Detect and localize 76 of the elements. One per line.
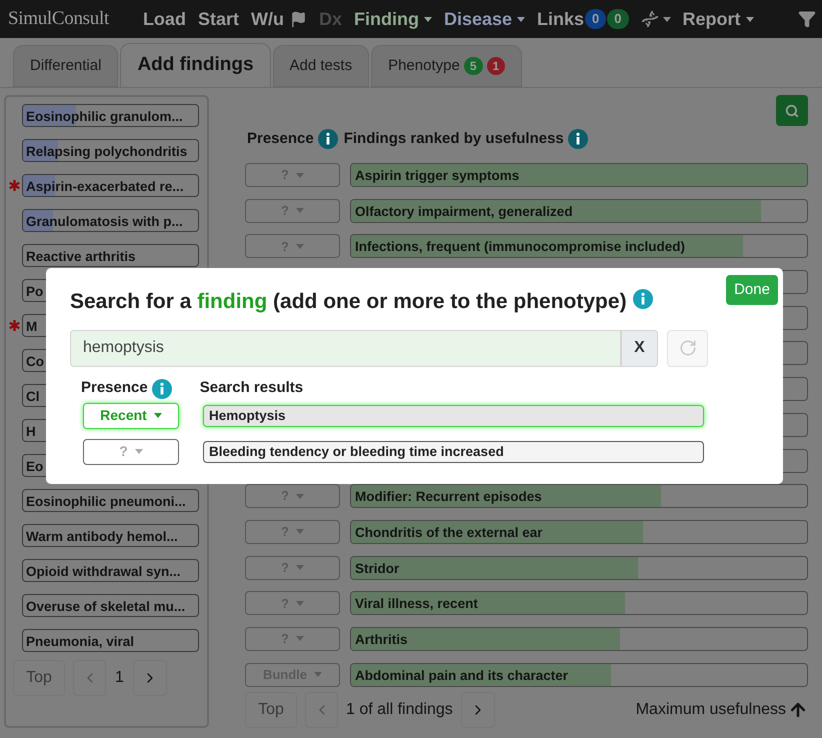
search-result[interactable]: Hemoptysis <box>203 404 704 426</box>
disease-item[interactable]: Eosinophilic pneumoni... <box>22 489 199 512</box>
caret-icon <box>296 529 304 534</box>
disease-item[interactable]: Pneumonia, viral <box>22 629 199 652</box>
nav-menu[interactable]: Finding <box>354 6 432 32</box>
caret-icon <box>296 244 304 249</box>
caret-icon <box>424 16 432 22</box>
search-result[interactable]: Bleeding tendency or bleeding time increased <box>203 440 704 462</box>
dialog-title: Search for a finding (add one or more to the phenotype) <box>70 289 627 315</box>
finding-bar[interactable]: Aspirin trigger symptoms <box>350 163 808 187</box>
caret-icon <box>296 636 304 642</box>
disease-item[interactable]: Aspirin-exacerbated re... <box>22 174 199 197</box>
caret-icon <box>296 565 304 570</box>
search-field[interactable]: hemoptysis <box>70 330 621 366</box>
refresh-button[interactable] <box>667 330 708 366</box>
tab[interactable]: Add findings <box>120 43 271 87</box>
finding-bar[interactable]: Infections, frequent (immunocompromise included) <box>350 234 808 258</box>
caret-icon <box>314 672 322 678</box>
tab[interactable]: Phenotype 5 1 <box>371 45 522 87</box>
info-icon[interactable] <box>568 129 588 149</box>
tab[interactable]: Differential <box>13 45 118 87</box>
dna-icon[interactable] <box>640 10 658 28</box>
search-button[interactable] <box>776 95 808 126</box>
caret-icon <box>296 208 304 214</box>
caret-icon <box>517 16 526 22</box>
finding-bar[interactable]: Viral illness, recent <box>350 591 808 616</box>
nav-link[interactable]: Load <box>142 6 186 32</box>
finding-bar[interactable]: Abdominal pain and its character <box>350 662 808 687</box>
clear-button[interactable]: X <box>621 330 658 366</box>
disease-item[interactable]: Granulomatosis with p... <box>22 209 199 232</box>
search-icon <box>785 104 799 118</box>
caret-icon <box>154 413 162 418</box>
column-header: Search results <box>200 378 304 398</box>
nav-link[interactable]: Links <box>537 6 584 32</box>
nav-menu[interactable]: Report <box>682 6 754 32</box>
nav-link[interactable]: W/u <box>250 6 284 32</box>
caret-icon <box>746 16 754 22</box>
info-icon[interactable] <box>318 129 338 149</box>
caret-icon <box>296 600 304 606</box>
flag-icon[interactable] <box>290 10 307 28</box>
presence-dropdown[interactable]: Recent <box>83 402 179 428</box>
filter-icon[interactable] <box>798 10 816 28</box>
disease-item[interactable]: Reactive arthritis <box>22 244 199 267</box>
top-button[interactable]: Top <box>13 660 65 696</box>
count-badge: 1 <box>486 57 506 75</box>
count-badge: 0 <box>585 9 606 29</box>
count-badge: 5 <box>464 57 482 75</box>
finding-bar[interactable]: Olfactory impairment, generalized <box>350 198 808 223</box>
page-number: 1 <box>114 668 125 688</box>
finding-bar[interactable]: Stridor <box>350 556 808 580</box>
disease-item[interactable]: Warm antibody hemol... <box>22 524 199 547</box>
nav-link[interactable]: Start <box>198 6 239 32</box>
column-header: Presence <box>247 128 314 149</box>
page-status: 1 of all findings <box>346 700 453 720</box>
column-header: Presence <box>81 378 148 398</box>
finding-bar[interactable]: Chondritis of the external ear <box>350 520 808 544</box>
finding-bar[interactable]: Arthritis <box>350 626 808 651</box>
column-header: Findings ranked by usefulness <box>344 128 564 149</box>
disease-item[interactable]: Opioid withdrawal syn... <box>22 559 199 582</box>
tab[interactable]: Add tests <box>272 45 370 87</box>
caret-icon <box>296 172 304 178</box>
top-button[interactable]: Top <box>245 692 297 728</box>
nav-menu[interactable]: Disease <box>444 6 526 32</box>
logo[interactable]: SimulConsult <box>8 4 109 34</box>
refresh-icon <box>678 339 696 357</box>
caret-icon <box>296 494 304 499</box>
count-badge: 0 <box>607 9 628 29</box>
presence-dropdown[interactable]: ? <box>83 438 179 464</box>
finding-bar[interactable]: Modifier: Recurrent episodes <box>350 484 808 508</box>
disease-item[interactable]: Eosinophilic granulom... <box>22 104 199 127</box>
caret-icon <box>662 16 670 22</box>
caret-icon <box>134 449 143 454</box>
disease-item[interactable]: Overuse of skeletal mu... <box>22 594 199 617</box>
done-button[interactable]: Done <box>726 275 778 305</box>
sort-label[interactable]: Maximum usefulness <box>636 698 786 722</box>
disease-item[interactable]: Relapsing polychondritis <box>22 139 199 162</box>
